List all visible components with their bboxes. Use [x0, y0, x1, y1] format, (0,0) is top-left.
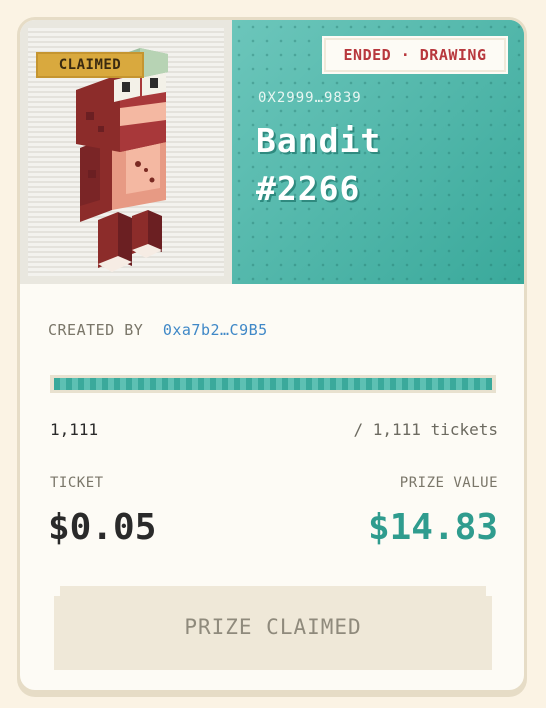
ticket-label: TICKET [50, 475, 104, 491]
creator-address-link[interactable]: 0xa7b2…C9B5 [163, 321, 268, 339]
tickets-total: / 1,111 tickets [353, 420, 499, 439]
ticket-progress-fill [54, 378, 492, 390]
ticket-progress-bar [50, 375, 496, 393]
prize-claimed-button[interactable]: PRIZE CLAIMED [60, 586, 486, 668]
nft-name: Bandit [256, 121, 382, 160]
nft-artwork: CLAIMED [20, 20, 232, 284]
claimed-badge: CLAIMED [36, 52, 144, 78]
nft-info-panel: ENDED · DRAWING 0X2999…9839 Bandit #2266 [232, 20, 524, 284]
ticket-price: $0.05 [48, 507, 157, 548]
contract-address[interactable]: 0X2999…9839 [258, 90, 362, 106]
prize-value: $14.83 [367, 507, 498, 548]
prize-value-label: PRIZE VALUE [399, 475, 498, 491]
nft-token-id: #2266 [256, 169, 361, 208]
creator-row: CREATED BY 0xa7b2…C9B5 [48, 321, 268, 339]
created-by-label: CREATED BY [48, 321, 144, 339]
card-hero: CLAIMED ENDED · DRAWING 0X2999…9839 Band… [20, 20, 524, 284]
status-badge: ENDED · DRAWING [324, 38, 506, 72]
raffle-card: CLAIMED ENDED · DRAWING 0X2999…9839 Band… [17, 17, 527, 693]
tickets-sold: 1,111 [50, 420, 99, 439]
